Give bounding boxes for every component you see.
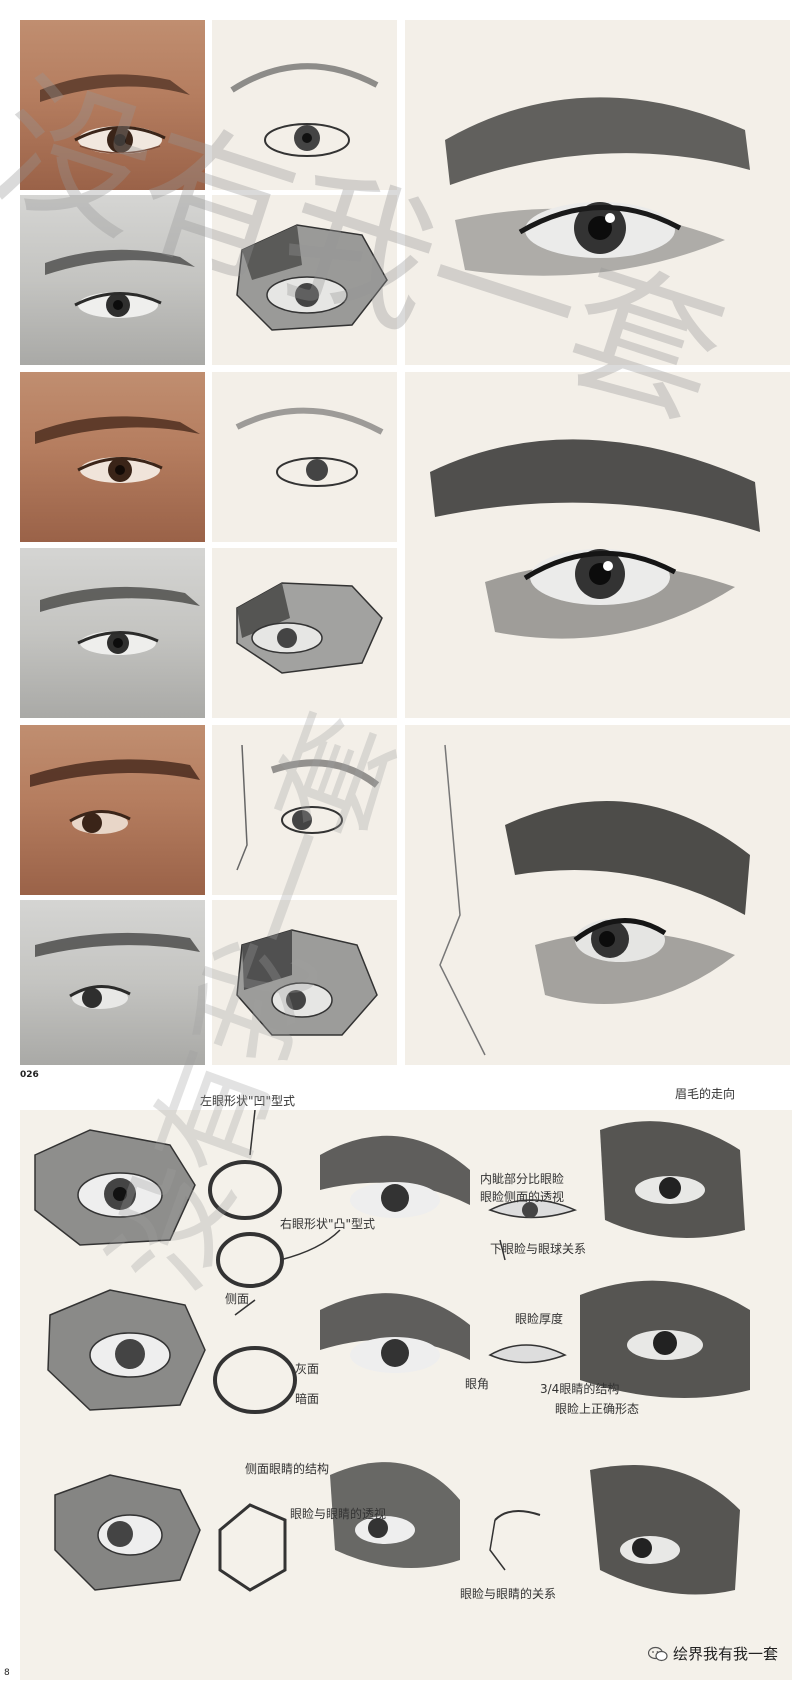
eye-photo-three-quarter-gray-art [40,586,200,655]
annotation-correct-lid-form: 眼睑上正确形态 [555,1402,640,1416]
annotation-left-eye-shape: 左眼形状"凹"型式 [200,1094,296,1108]
annotation-lid-thickness: 眼睑厚度 [515,1312,564,1326]
annotation-lower-lid: 下眼睑与眼球关系 [490,1242,587,1256]
eye-photo-three-quarter-gray [20,548,205,718]
eye-photo-three-quarter-color-art [35,416,200,483]
annotation-brow-direction: 眉毛的走向 [675,1087,736,1101]
eye-block-side [212,900,397,1065]
eye-sketch-three-quarter [212,372,397,542]
eye-photo-three-quarter-color [20,372,205,542]
annotation-eyelid-perspective: 眼睑侧面的透视 [480,1190,565,1204]
side-mark: 8 [4,1668,10,1678]
eye-block-three-quarter [212,548,397,718]
brand-label: 绘界我有我一套 [647,1643,778,1664]
wechat-icon [647,1646,668,1661]
eye-photo-front-gray [20,195,205,365]
eye-drawing-front-art [445,97,750,276]
eye-drawing-side [405,725,790,1065]
eye-sketch-side-art [236,744,380,871]
annotation-three-quarter-structure: 3/4眼睛的结构 [540,1382,620,1396]
annotation-side-eye-structure: 侧面眼睛的结构 [245,1462,330,1476]
annotation-gray-plane: 灰面 [295,1362,320,1376]
annotation-side-plane: 侧面 [225,1292,250,1306]
eye-photo-front-gray-art [45,249,195,318]
eye-sketch-side [212,725,397,895]
annotation-inner-corner: 内眦部分比眼睑 [480,1172,565,1186]
eye-sketch-three-quarter-art [235,407,384,487]
page-number: 026 [20,1070,39,1080]
eye-block-front [212,195,397,365]
annotation-dark-plane: 暗面 [295,1392,320,1406]
eye-photo-side-color [20,725,205,895]
eye-block-three-quarter-art [236,582,383,674]
eye-drawing-side-art [439,744,750,1056]
eye-photo-front-color-art [40,74,190,154]
study-sheet-art [34,1109,750,1595]
brand-text: 绘界我有我一套 [672,1645,778,1663]
eye-block-side-art [236,929,378,1036]
annotation-lid-eye-perspective: 眼睑与眼睛的透视 [290,1507,387,1521]
eye-sketch-front-art [230,63,379,157]
eye-photo-side-color-art [30,759,200,834]
eye-sketch-front [212,20,397,190]
eye-photo-side-gray-art [35,932,200,1009]
annotation-eye-corner: 眼角 [465,1377,490,1391]
eye-drawing-front [405,20,790,365]
eye-drawing-three-quarter-art [430,439,760,639]
eye-block-front-art [236,224,388,331]
study-sheet: 左眼形状"凹"型式 右眼形状"凸"型式 侧面 暗面 灰面 眉毛的走向 内眦部分比… [20,1087,792,1680]
eye-drawing-three-quarter [405,372,790,718]
annotation-lid-eye-relation: 眼睑与眼睛的关系 [460,1587,557,1601]
annotation-right-eye-shape: 右眼形状"凸"型式 [280,1217,376,1231]
eye-photo-front-color [20,20,205,190]
reference-page: 026 左眼形状"凹"型式 右眼形状"凸"型式 侧面 暗面 灰面 眉毛的走向 内… [0,0,805,1685]
eye-photo-side-gray [20,900,205,1065]
